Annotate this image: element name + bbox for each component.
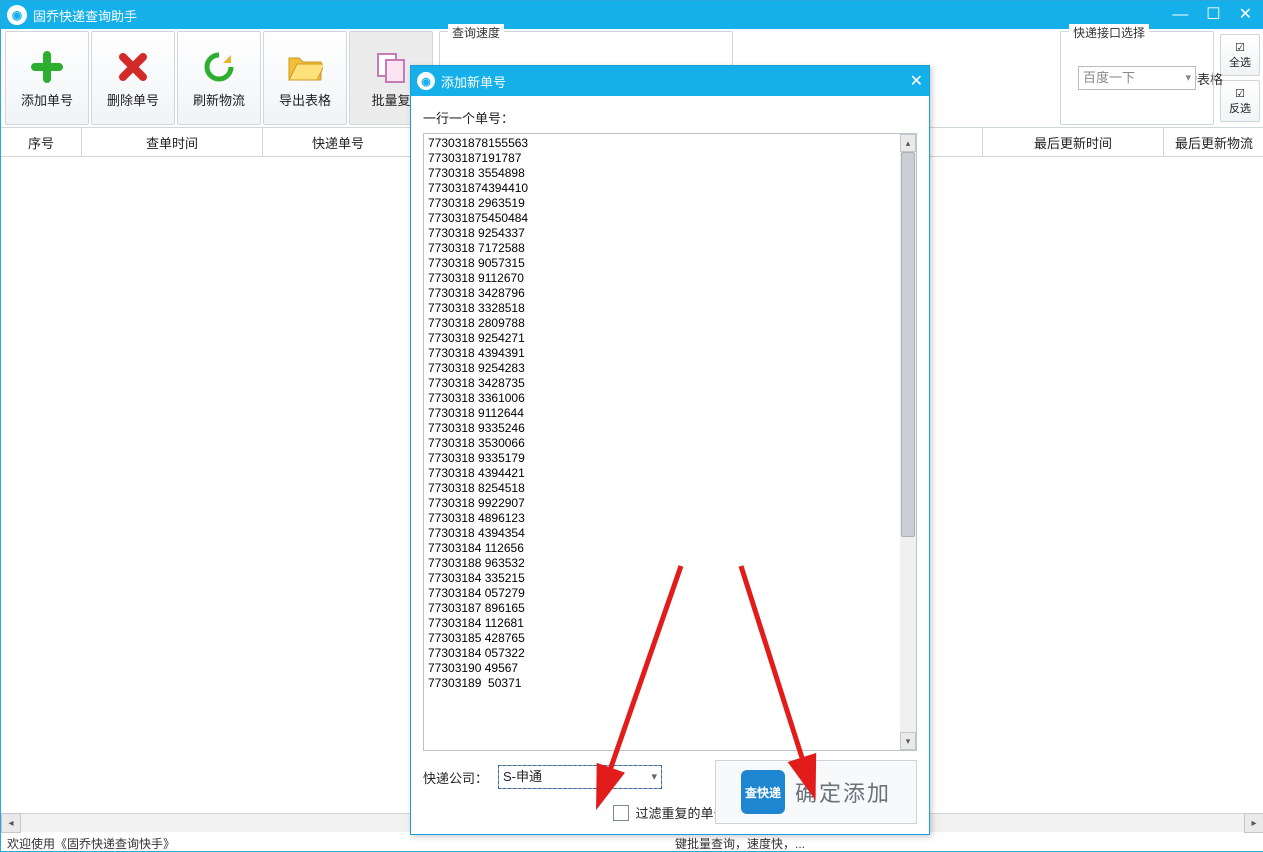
textarea-scrollbar[interactable]: ▴ ▾ (900, 134, 916, 750)
app-title: 固乔快递查询助手 (33, 6, 137, 25)
api-combo[interactable]: 百度一下 (1078, 66, 1196, 90)
checkbox-icon: ☑ (1235, 41, 1245, 54)
courier-combo[interactable]: S-申通 (498, 765, 662, 789)
col-time[interactable]: 查单时间 (82, 128, 263, 156)
courier-label: 快递公司： (423, 768, 488, 787)
col-number[interactable]: 快递单号 (263, 128, 414, 156)
search-package-icon: 查快递 (741, 770, 785, 814)
add-tracking-label: 添加单号 (21, 90, 73, 109)
col-index[interactable]: 序号 (1, 128, 82, 156)
dialog-close-button[interactable]: ✕ (910, 71, 923, 91)
dialog-titlebar: ◉ 添加新单号 ✕ (411, 66, 929, 96)
status-welcome: 欢迎使用《固乔快递查询快手》 (7, 835, 175, 852)
filter-label: 过滤重复的单号 (635, 803, 726, 822)
api-title: 快递接口选择 (1069, 24, 1149, 41)
confirm-label: 确定添加 (795, 776, 891, 808)
tracking-numbers-input[interactable] (424, 134, 900, 750)
close-button[interactable]: ✕ (1239, 7, 1252, 23)
select-all-label: 全选 (1229, 54, 1251, 70)
dialog-hint: 一行一个单号： (423, 108, 917, 127)
dialog-body: 一行一个单号： ▴ ▾ 快递公司： S-申通 过滤重复的单号 (411, 96, 929, 834)
copy-icon (372, 48, 410, 86)
refresh-button[interactable]: 刷新物流 (177, 31, 261, 125)
scroll-right-icon[interactable]: ▸ (1244, 813, 1263, 833)
minimize-button[interactable]: — (1172, 7, 1188, 23)
checkbox-icon (613, 805, 629, 821)
filter-duplicates-checkbox[interactable]: 过滤重复的单号 (613, 803, 726, 822)
scroll-up-icon[interactable]: ▴ (900, 134, 916, 152)
checkbox-icon: ☑ (1235, 87, 1245, 100)
add-tracking-button[interactable]: 添加单号 (5, 31, 89, 125)
add-tracking-dialog: ◉ 添加新单号 ✕ 一行一个单号： ▴ ▾ 快递公司： S-申通 (410, 65, 930, 835)
api-group: 快递接口选择 百度一下 (1060, 31, 1214, 125)
batch-copy-label: 批量复 (371, 90, 410, 109)
export-label: 导出表格 (279, 90, 331, 109)
numbers-wrap: ▴ ▾ (423, 133, 917, 751)
invert-select-button[interactable]: ☑ 反选 (1220, 80, 1260, 122)
dialog-title: 添加新单号 (441, 72, 506, 91)
dialog-logo-icon: ◉ (417, 72, 435, 90)
col-lastlog[interactable]: 最后更新物流 (1164, 128, 1263, 156)
scroll-left-icon[interactable]: ◂ (1, 813, 21, 833)
window-controls: — ☐ ✕ (1172, 7, 1258, 23)
cross-icon (114, 48, 152, 86)
select-all-button[interactable]: ☑ 全选 (1220, 34, 1260, 76)
scrollbar-thumb[interactable] (901, 152, 915, 537)
delete-tracking-button[interactable]: 删除单号 (91, 31, 175, 125)
invert-label: 反选 (1229, 100, 1251, 116)
refresh-icon (200, 48, 238, 86)
app-logo-icon: ◉ (7, 5, 27, 25)
confirm-add-button[interactable]: 查快递 确定添加 (715, 760, 917, 824)
export-button[interactable]: 导出表格 (263, 31, 347, 125)
maximize-button[interactable]: ☐ (1206, 7, 1220, 23)
speed-title: 查询速度 (448, 24, 504, 41)
delete-tracking-label: 删除单号 (107, 90, 159, 109)
status-help: 键批量查询，速度快，... (675, 835, 805, 852)
select-buttons: ☑ 全选 ☑ 反选 (1220, 31, 1260, 125)
status-bar: 欢迎使用《固乔快递查询快手》 键批量查询，速度快，... (1, 832, 1263, 852)
folder-icon (286, 48, 324, 86)
col-last[interactable]: 最后更新时间 (983, 128, 1164, 156)
main-window: ◉ 固乔快递查询助手 — ☐ ✕ 添加单号 删除单号 刷新物流 (0, 0, 1263, 852)
scroll-down-icon[interactable]: ▾ (900, 732, 916, 750)
refresh-label: 刷新物流 (193, 90, 245, 109)
plus-icon (28, 48, 66, 86)
